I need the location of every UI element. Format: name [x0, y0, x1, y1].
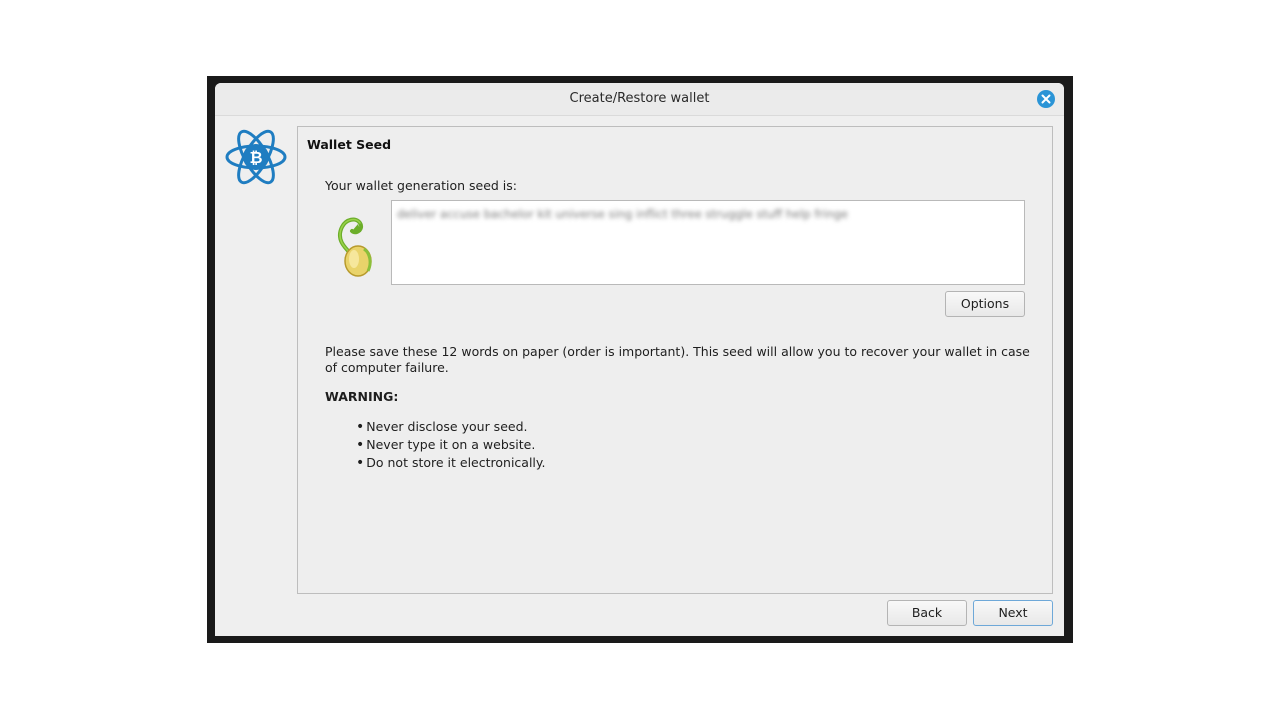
- seed-text-area[interactable]: deliver accuse bachelor kit universe sin…: [391, 200, 1025, 285]
- options-button[interactable]: Options: [945, 291, 1025, 317]
- svg-text:₿: ₿: [249, 148, 262, 167]
- close-icon: [1041, 94, 1051, 104]
- warning-item: Do not store it electronically.: [356, 454, 545, 472]
- warning-list: Never disclose your seed. Never type it …: [356, 418, 546, 472]
- wallet-seed-panel: Wallet Seed Your wallet generation seed …: [297, 126, 1053, 594]
- window-title: Create/Restore wallet: [569, 91, 710, 106]
- electrum-logo-icon: ₿: [224, 126, 288, 188]
- next-button[interactable]: Next: [973, 600, 1053, 626]
- close-button[interactable]: [1037, 90, 1055, 108]
- warning-item: Never disclose your seed.: [356, 418, 546, 436]
- titlebar: Create/Restore wallet: [215, 83, 1064, 116]
- panel-title: Wallet Seed: [307, 137, 392, 152]
- warning-item: Never type it on a website.: [356, 436, 546, 454]
- seed-words: deliver accuse bachelor kit universe sin…: [397, 207, 848, 221]
- warning-label: WARNING:: [325, 389, 399, 404]
- seed-label: Your wallet generation seed is:: [325, 178, 518, 193]
- back-button[interactable]: Back: [887, 600, 967, 626]
- create-restore-wallet-dialog: Create/Restore wallet ₿ Wallet Seed Your…: [215, 83, 1064, 636]
- seed-icon: [334, 209, 380, 277]
- seed-info-text: Please save these 12 words on paper (ord…: [325, 344, 1030, 375]
